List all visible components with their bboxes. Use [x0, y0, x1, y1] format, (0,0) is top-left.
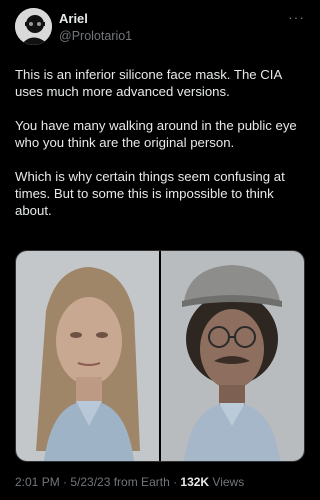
more-icon[interactable]: ···	[288, 9, 305, 25]
tweet-media-image[interactable]	[15, 250, 305, 462]
tweet-text: This is an inferior silicone face mask. …	[15, 66, 307, 236]
user-handle[interactable]: @Prolotario1	[59, 28, 132, 44]
tweet-paragraph-1: This is an inferior silicone face mask. …	[15, 67, 282, 99]
tweet-header: Ariel @Prolotario1 ···	[15, 6, 305, 46]
tweet-meta: 2:01 PM · 5/23/23 from Earth · 132K View…	[15, 475, 244, 489]
avatar-icon	[15, 8, 52, 45]
mask-photos-image	[16, 251, 304, 461]
views-label: Views	[209, 475, 245, 489]
display-name[interactable]: Ariel	[59, 11, 132, 27]
tweet-paragraph-3: Which is why certain things seem confusi…	[15, 169, 285, 218]
tweet-paragraph-2: You have many walking around in the publ…	[15, 118, 297, 150]
views-count: 132K	[180, 475, 210, 489]
timestamp[interactable]: 2:01 PM · 5/23/23 from Earth ·	[15, 475, 180, 489]
avatar[interactable]	[15, 8, 52, 45]
